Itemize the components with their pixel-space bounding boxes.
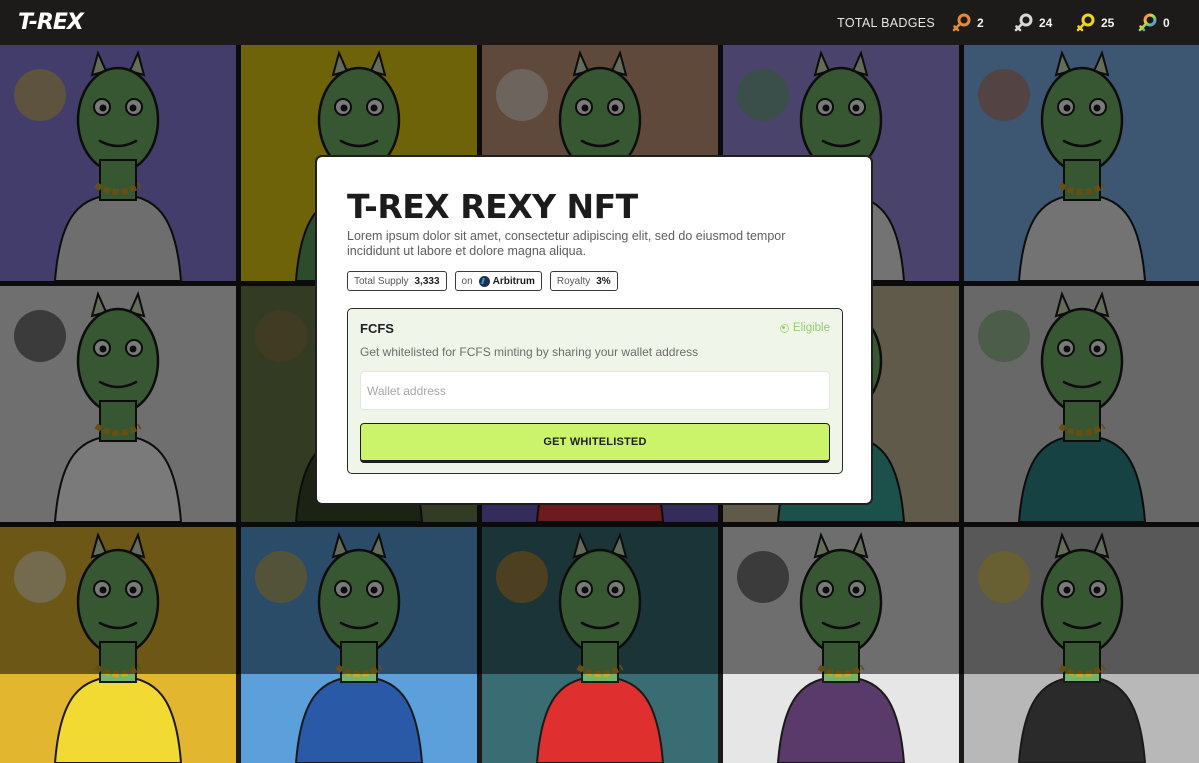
top-bar: T-REX TOTAL BADGES 2 24 25 0	[0, 0, 1199, 45]
phase-description: Get whitelisted for FCFS minting by shar…	[360, 345, 830, 359]
wallet-address-input[interactable]	[360, 371, 830, 410]
silver-key-icon	[1013, 13, 1033, 33]
eligible-dot-icon	[780, 324, 789, 333]
fcfs-phase-panel: FCFS Eligible Get whitelisted for FCFS m…	[347, 308, 843, 474]
network-label: on	[462, 276, 473, 287]
rainbow-key-icon	[1137, 13, 1157, 33]
eligibility-status: Eligible	[780, 322, 830, 334]
total-badges-label: TOTAL BADGES	[837, 16, 935, 30]
badge-count: 24	[1039, 16, 1052, 30]
badges-summary: TOTAL BADGES 2 24 25 0	[837, 13, 1181, 33]
eligible-label: Eligible	[793, 322, 830, 334]
network-chip: on Arbitrum	[455, 271, 542, 291]
collection-stats: Total Supply 3,333 on Arbitrum Royalty 3…	[347, 271, 841, 291]
mint-modal: T-REX REXY NFT Lorem ipsum dolor sit ame…	[315, 155, 873, 505]
arbitrum-icon	[479, 276, 490, 287]
badge-count: 2	[977, 16, 984, 30]
network-name: Arbitrum	[479, 276, 535, 287]
collection-description: Lorem ipsum dolor sit amet, consectetur …	[347, 229, 817, 259]
badge-count: 25	[1101, 16, 1114, 30]
badge-gold[interactable]: 25	[1075, 13, 1137, 33]
badge-bronze[interactable]: 2	[951, 13, 1013, 33]
trex-logo[interactable]: T-REX	[18, 10, 83, 35]
total-supply-value: 3,333	[414, 276, 439, 287]
bronze-key-icon	[951, 13, 971, 33]
collection-title: T-REX REXY NFT	[347, 187, 841, 227]
badge-rainbow[interactable]: 0	[1137, 13, 1181, 33]
royalty-value: 3%	[596, 276, 610, 287]
phase-title: FCFS	[360, 321, 830, 336]
badge-silver[interactable]: 24	[1013, 13, 1075, 33]
network-value: Arbitrum	[493, 276, 535, 287]
royalty-label: Royalty	[557, 276, 590, 287]
get-whitelisted-button[interactable]: GET WHITELISTED	[360, 423, 830, 463]
badge-count: 0	[1163, 16, 1170, 30]
gold-key-icon	[1075, 13, 1095, 33]
royalty-chip: Royalty 3%	[550, 271, 618, 291]
total-supply-label: Total Supply	[354, 276, 408, 287]
total-supply-chip: Total Supply 3,333	[347, 271, 447, 291]
